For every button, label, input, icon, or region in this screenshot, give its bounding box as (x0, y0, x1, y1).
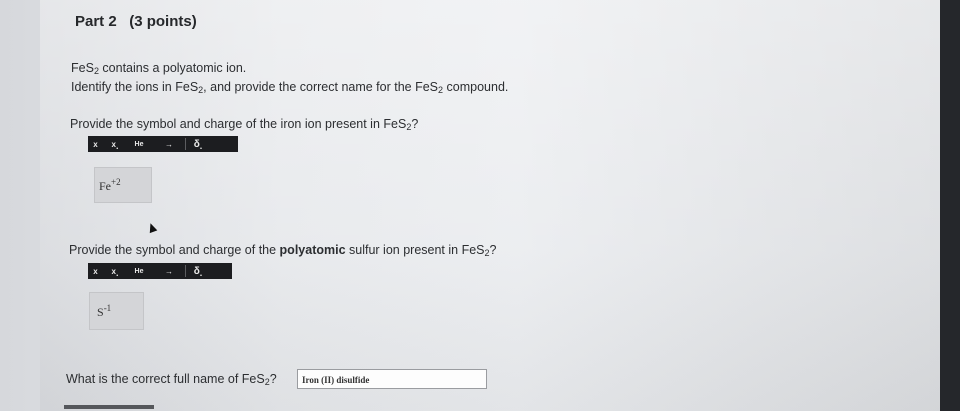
superscript-button[interactable]: x˙ (88, 262, 106, 277)
iron-ion-answer-value: Fe+2 (99, 177, 121, 194)
mouse-cursor-icon (146, 221, 158, 234)
question-iron-ion: Provide the symbol and charge of the iro… (70, 117, 419, 132)
intro-text: FeS2 contains a polyatomic ion. (71, 61, 247, 76)
question-sulfur-ion: Provide the symbol and charge of the pol… (69, 243, 497, 258)
question-compound-name: What is the correct full name of FeS2? (66, 372, 277, 387)
sulfur-ion-answer-value: S-1 (97, 303, 112, 320)
superscript-button[interactable]: x˙ (88, 135, 106, 150)
subscript-button[interactable]: x. (106, 267, 124, 278)
iron-ion-answer-field[interactable]: Fe+2 (94, 167, 152, 203)
delta-button[interactable]: δ. (187, 266, 209, 278)
compound-name-input[interactable]: Iron (II) disulfide (297, 369, 487, 389)
formula-toolbar: x˙ x. He → δ. (88, 262, 232, 279)
reaction-arrow-button[interactable]: → (154, 140, 184, 149)
delta-button[interactable]: δ. (187, 139, 209, 151)
reaction-arrow-button[interactable]: → (154, 267, 184, 276)
element-button[interactable]: He (124, 268, 154, 275)
screen-edge (940, 0, 960, 411)
sulfur-ion-answer-field[interactable]: S-1 (89, 292, 144, 330)
instruction-text: Identify the ions in FeS2, and provide t… (71, 80, 509, 95)
toolbar-divider (185, 138, 186, 150)
toolbar-divider (185, 265, 186, 277)
scroll-indicator (64, 405, 154, 409)
part-title: Part 2 (3 points) (75, 13, 197, 30)
subscript-button[interactable]: x. (106, 140, 124, 151)
question-page: Part 2 (3 points) FeS2 contains a polyat… (0, 0, 940, 411)
formula-toolbar: x˙ x. He → δ. (88, 135, 238, 152)
element-button[interactable]: He (124, 141, 154, 148)
